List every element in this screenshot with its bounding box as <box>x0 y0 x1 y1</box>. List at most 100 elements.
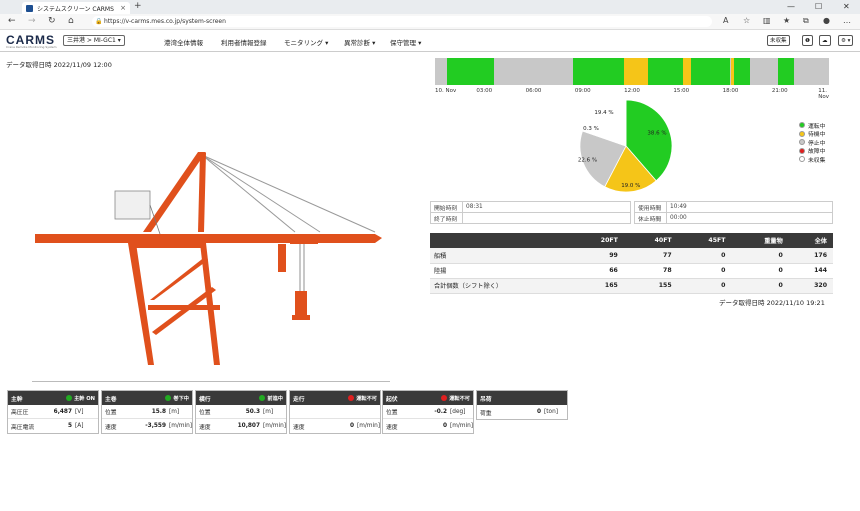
end-time-label: 終了時刻 <box>430 212 463 224</box>
maximize-button[interactable]: ☐ <box>815 2 822 11</box>
time-table-left: 開始時刻 08:31 終了時刻 <box>430 201 631 224</box>
legend-dot-icon <box>799 130 805 137</box>
rest-time-value: 00:00 <box>666 212 833 224</box>
timeline-segment <box>777 58 794 85</box>
cloud-button[interactable]: ☁ <box>819 35 831 46</box>
machinery-house <box>114 190 151 220</box>
card-row-label: 速度 <box>105 424 117 431</box>
uncollected-button[interactable]: 未収集 <box>767 35 790 46</box>
more-icon[interactable]: … <box>843 16 851 25</box>
forward-icon[interactable]: → <box>28 16 36 26</box>
legend-label: 未収集 <box>808 157 826 164</box>
card-row: 高圧圧 6,487 [V] <box>8 405 98 419</box>
back-icon[interactable]: ← <box>8 16 16 26</box>
timeline-segment <box>691 58 731 85</box>
card-row-unit: [m] <box>263 408 274 415</box>
data-timestamp-top: データ取得日時 2022/11/09 12:00 <box>6 61 112 69</box>
legend-dot-icon <box>799 156 805 163</box>
table-row: 船積 99 77 0 0 176 <box>430 248 833 264</box>
timeline-tick-label: 12:00 <box>624 88 640 94</box>
menu-port-info[interactable]: 港湾全体情報 <box>164 37 203 47</box>
crane-boom <box>35 234 375 243</box>
card-row-label: 位置 <box>199 410 211 416</box>
card-title: 起伏 <box>386 396 398 403</box>
card-row: 高圧電流 5 [A] <box>8 419 98 433</box>
url-text: https://v-carms.mes.co.jp/system-screen <box>104 18 226 25</box>
notification-button[interactable]: ❶ <box>802 35 813 46</box>
card-status: 主幹 ON <box>66 395 95 402</box>
menu-diagnosis[interactable]: 異常診断 ▾ <box>344 37 375 47</box>
card-row-label: 荷重 <box>480 410 492 417</box>
card-row: 位置 -0.2 [deg] <box>383 405 473 419</box>
card-row-unit: [m/min] <box>169 423 193 429</box>
card-row-label: 速度 <box>386 424 398 431</box>
start-time-value: 08:31 <box>462 201 631 213</box>
card-row <box>290 405 380 419</box>
cell: 0 <box>677 248 732 264</box>
cell: 77 <box>623 248 678 264</box>
reload-icon[interactable]: ↻ <box>48 16 56 26</box>
pie-data-label: 22.6 % <box>578 157 597 163</box>
card-status: 運転不可 <box>348 395 377 402</box>
favorites-icon[interactable]: ★ <box>783 16 790 25</box>
card-row-unit: [m/min] <box>263 423 287 429</box>
pie-svg: 38.6 % 19.0 % 22.6 % 0.3 % 19.4 % <box>578 99 673 193</box>
card-row-label: 位置 <box>105 410 117 416</box>
legend-dot-icon <box>799 139 805 146</box>
status-pie-chart: 38.6 % 19.0 % 22.6 % 0.3 % 19.4 % <box>568 96 684 196</box>
tab-close-icon[interactable]: × <box>120 4 126 12</box>
ground-line <box>32 381 390 382</box>
menu-monitoring[interactable]: モニタリング ▾ <box>284 37 328 47</box>
status-card: 起伏 運転不可 位置 -0.2 [deg] 速度 0 [m/min] <box>382 390 474 434</box>
card-row-label: 高圧電流 <box>11 424 35 431</box>
col-header: 20FT <box>570 233 624 248</box>
crane-diagram <box>35 152 382 365</box>
card-row-label: 速度 <box>293 424 305 431</box>
time-table-right: 使用時間 10:49 休止時間 00:00 <box>634 201 833 224</box>
timeline-tick-label: 10. Nov <box>435 88 457 94</box>
legend-item: 待機中 <box>799 130 825 138</box>
read-aloud-icon[interactable]: A <box>723 16 728 25</box>
site-selector[interactable]: 三井港 > MI-GC1 ▾ <box>63 35 125 46</box>
crane-boom-front <box>143 152 206 232</box>
card-header: 走行 運転不可 <box>290 391 380 405</box>
url-field[interactable]: 🔒 https://v-carms.mes.co.jp/system-scree… <box>92 16 712 27</box>
minimize-button[interactable]: — <box>787 2 795 11</box>
card-status: 巻下中 <box>165 395 189 402</box>
timeline-segment <box>572 58 625 85</box>
card-title: 主巻 <box>105 396 117 403</box>
favicon-icon <box>26 4 33 12</box>
card-header: 吊荷 <box>477 391 567 405</box>
collections-icon[interactable]: ⧉ <box>803 16 809 26</box>
card-row-value: -3,559 <box>145 423 166 429</box>
card-row-value: 15.8 <box>151 408 166 415</box>
home-icon[interactable]: ⌂ <box>68 16 74 26</box>
cell: 176 <box>788 248 833 264</box>
timeline-tick-label: 21:00 <box>771 88 788 94</box>
profile-icon[interactable]: ● <box>823 16 830 25</box>
menu-maintenance[interactable]: 保守管理 ▾ <box>390 37 421 47</box>
timeline-labels: 10. Nov 03:00 06:00 09:00 12:00 15:00 18:00 21:… <box>435 88 829 100</box>
timeline-tick-label: 18:00 <box>722 88 739 94</box>
card-row-label: 高圧圧 <box>11 410 29 416</box>
crane-leg-front <box>128 243 154 365</box>
browser-tab[interactable]: システムスクリーン CARMS × <box>22 2 130 14</box>
close-window-button[interactable]: ✕ <box>843 2 850 11</box>
cell: 0 <box>731 248 789 264</box>
logo-subtitle: Crane Remote Monitoring System <box>6 45 57 49</box>
cell: 0 <box>731 278 789 294</box>
settings-button[interactable]: ⚙ ▾ <box>838 35 854 46</box>
legend-item: 運転中 <box>799 121 825 130</box>
card-row-unit: [m/min] <box>357 423 381 429</box>
new-tab-button[interactable]: + <box>134 1 142 11</box>
card-header: 起伏 運転不可 <box>383 391 473 405</box>
container-summary-table: 20FT 40FT 45FT 重量物 全体 船積 99 77 0 0 176 陸… <box>430 233 833 294</box>
col-header: 45FT <box>677 233 732 248</box>
card-header: 主巻 巻下中 <box>102 391 192 405</box>
favorite-star-icon[interactable]: ☆ <box>743 16 750 25</box>
col-header: 重量物 <box>731 233 789 248</box>
card-row: 速度 0 [m/min] <box>383 419 473 433</box>
card-row: 速度 -3,559 [m/min] <box>102 419 192 433</box>
split-screen-icon[interactable]: ▥ <box>763 16 771 25</box>
menu-user-registration[interactable]: 利用者情報登録 <box>221 37 267 47</box>
